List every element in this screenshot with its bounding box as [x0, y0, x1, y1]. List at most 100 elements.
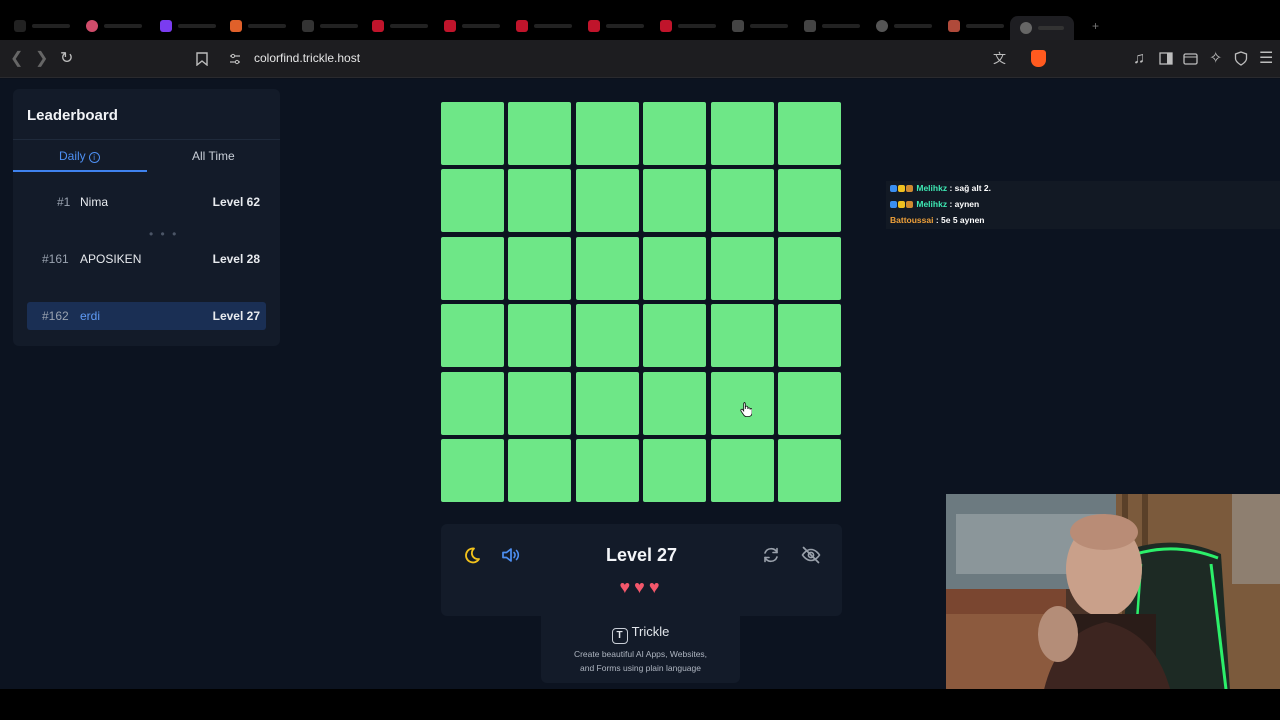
grid-tile[interactable] — [441, 169, 504, 233]
browser-toolbar: ❮ ❯ ↻ colorfind.trickle.host 文 ♫ ✧ ☰ — [0, 40, 1280, 78]
translate-icon[interactable]: 文 — [993, 50, 1006, 68]
ai-sparkle-icon[interactable]: ✧ — [1209, 50, 1222, 68]
browser-tab[interactable] — [588, 14, 644, 38]
bottom-bar — [0, 689, 1280, 720]
grid-tile[interactable] — [777, 102, 841, 165]
grid-tile[interactable] — [508, 371, 572, 435]
chat-text: : 5e 5 aynen — [933, 215, 985, 225]
browser-tab[interactable] — [302, 14, 358, 38]
grid-tile[interactable] — [643, 169, 707, 233]
grid-tile[interactable] — [777, 438, 841, 502]
grid-tile[interactable] — [777, 236, 841, 300]
bookmark-icon[interactable] — [196, 52, 208, 66]
menu-icon[interactable]: ☰ — [1259, 50, 1273, 68]
stream-chat-overlay: Melihkz : sağ alt 2. Melihkz : aynen Bat… — [886, 181, 1280, 229]
grid-tile[interactable] — [508, 102, 572, 165]
badge-icon — [890, 185, 897, 192]
leaderboard-row-current-user: #162 erdi Level 27 — [27, 302, 266, 330]
browser-tab[interactable] — [660, 14, 716, 38]
browser-tab[interactable] — [160, 14, 216, 38]
badge-icon — [898, 185, 905, 192]
browser-tab[interactable] — [948, 14, 1004, 38]
grid-tile[interactable] — [441, 236, 504, 300]
grid-tile[interactable] — [575, 438, 639, 502]
grid-tile[interactable] — [508, 304, 572, 368]
grid-tile[interactable] — [575, 236, 639, 300]
grid-tile[interactable] — [643, 304, 707, 368]
grid-tile[interactable] — [575, 169, 639, 233]
tab-favicon-icon — [86, 20, 98, 32]
leaderboard-row: #1 Nima Level 62 — [27, 188, 266, 216]
tab-favicon-icon — [660, 20, 672, 32]
leaderboard-row: #161 APOSIKEN Level 28 — [27, 245, 266, 273]
tab-favicon-icon — [804, 20, 816, 32]
site-settings-icon[interactable] — [229, 53, 241, 65]
tab-daily-label: Daily — [59, 149, 86, 163]
restart-icon[interactable] — [760, 544, 782, 566]
rank: #162 — [42, 309, 69, 323]
music-icon[interactable]: ♫ — [1133, 50, 1145, 68]
grid-tile[interactable] — [441, 304, 504, 368]
rank: #1 — [57, 195, 71, 209]
browser-tab[interactable] — [372, 14, 428, 38]
info-icon[interactable]: i — [88, 152, 100, 163]
divider — [13, 139, 280, 140]
trickle-promo-card[interactable]: T Trickle Create beautiful AI Apps, Websi… — [541, 616, 740, 683]
forward-icon[interactable]: ❯ — [35, 50, 48, 68]
browser-tab[interactable] — [516, 14, 572, 38]
wallet-icon[interactable] — [1183, 52, 1198, 65]
tab-favicon-icon — [732, 20, 744, 32]
badge-icon — [890, 201, 897, 208]
chat-username: Battoussai — [890, 215, 934, 225]
grid-tile[interactable] — [777, 169, 841, 233]
grid-tile[interactable] — [508, 169, 572, 233]
chat-text: : sağ alt 2. — [947, 183, 992, 193]
brave-shields-icon[interactable] — [1031, 50, 1046, 67]
grid-tile[interactable] — [441, 102, 504, 165]
trickle-brand[interactable]: T Trickle — [541, 624, 740, 644]
sidebar-icon[interactable] — [1159, 52, 1173, 65]
tab-daily[interactable]: Daily i — [59, 149, 100, 163]
leaderboard-panel: Leaderboard Daily i All Time #1 Nima Leve… — [13, 89, 280, 346]
browser-tab[interactable] — [444, 14, 500, 38]
browser-tab[interactable] — [14, 14, 70, 38]
browser-tab[interactable] — [732, 14, 788, 38]
browser-tab[interactable] — [804, 14, 860, 38]
vpn-shield-icon[interactable] — [1234, 51, 1248, 66]
chat-message: Melihkz : aynen — [890, 199, 979, 209]
grid-tile[interactable] — [441, 371, 504, 435]
player-level: Level 62 — [212, 195, 260, 209]
tab-all-time[interactable]: All Time — [192, 149, 235, 163]
browser-tab-active[interactable] — [1010, 16, 1074, 40]
grid-tile[interactable] — [710, 169, 774, 233]
browser-tab[interactable] — [876, 14, 932, 38]
browser-tab[interactable] — [86, 14, 142, 38]
back-icon[interactable]: ❮ — [10, 50, 23, 68]
ellipsis: • • • — [149, 227, 179, 241]
grid-tile[interactable] — [441, 438, 504, 502]
eye-off-icon[interactable] — [800, 544, 822, 566]
grid-tile[interactable] — [643, 102, 707, 165]
grid-tile[interactable] — [575, 102, 639, 165]
grid-tile[interactable] — [643, 438, 707, 502]
grid-tile[interactable] — [777, 304, 841, 368]
chat-text: : aynen — [947, 199, 980, 209]
reload-icon[interactable]: ↻ — [60, 50, 73, 68]
tagline-line-1: Create beautiful AI Apps, Websites, — [573, 649, 708, 659]
grid-tile[interactable] — [643, 371, 707, 435]
address-bar[interactable]: colorfind.trickle.host — [254, 51, 360, 65]
grid-tile[interactable] — [508, 438, 572, 502]
browser-tab[interactable] — [230, 14, 286, 38]
badge-icon — [898, 201, 905, 208]
grid-tile[interactable] — [710, 304, 774, 368]
grid-tile[interactable] — [710, 236, 774, 300]
tagline-line-2: and Forms using plain language — [580, 663, 701, 673]
grid-tile[interactable] — [710, 102, 774, 165]
grid-tile[interactable] — [575, 371, 639, 435]
new-tab-button[interactable]: + — [1092, 14, 1099, 38]
grid-tile[interactable] — [575, 304, 639, 368]
grid-tile[interactable] — [508, 236, 572, 300]
grid-tile[interactable] — [777, 371, 841, 435]
grid-tile[interactable] — [643, 236, 707, 300]
grid-tile[interactable] — [710, 438, 774, 502]
